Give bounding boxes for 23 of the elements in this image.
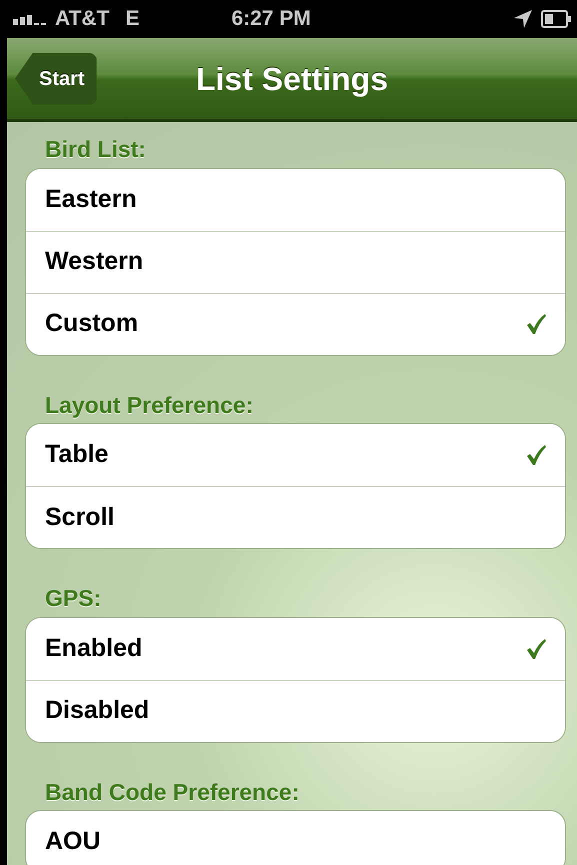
- option-label: Scroll: [45, 502, 114, 533]
- option-label: Custom: [45, 308, 138, 340]
- section-header: Layout Preference:: [44, 390, 254, 420]
- option-row[interactable]: Custom: [26, 292, 565, 354]
- option-row[interactable]: AOU: [26, 811, 565, 865]
- option-label: Enabled: [45, 632, 142, 664]
- network-type: E: [125, 6, 140, 32]
- section-header: GPS:: [44, 584, 102, 613]
- option-row[interactable]: Disabled: [26, 680, 565, 742]
- section-header: Band Code Preference:: [44, 778, 300, 806]
- battery-icon: [541, 10, 571, 28]
- location-arrow-icon: [513, 9, 533, 29]
- option-label: Eastern: [45, 184, 137, 215]
- carrier-name: AT&T: [55, 6, 110, 32]
- option-label: Western: [45, 246, 144, 278]
- option-label: Table: [45, 439, 108, 470]
- back-button[interactable]: Start: [15, 52, 97, 104]
- screen-title: List Settings: [196, 60, 388, 99]
- option-label: Disabled: [45, 695, 150, 726]
- status-time: 6:27 PM: [231, 6, 311, 32]
- section-header: Bird List:: [44, 135, 147, 164]
- option-row[interactable]: Scroll: [26, 486, 565, 548]
- option-label: AOU: [45, 826, 101, 858]
